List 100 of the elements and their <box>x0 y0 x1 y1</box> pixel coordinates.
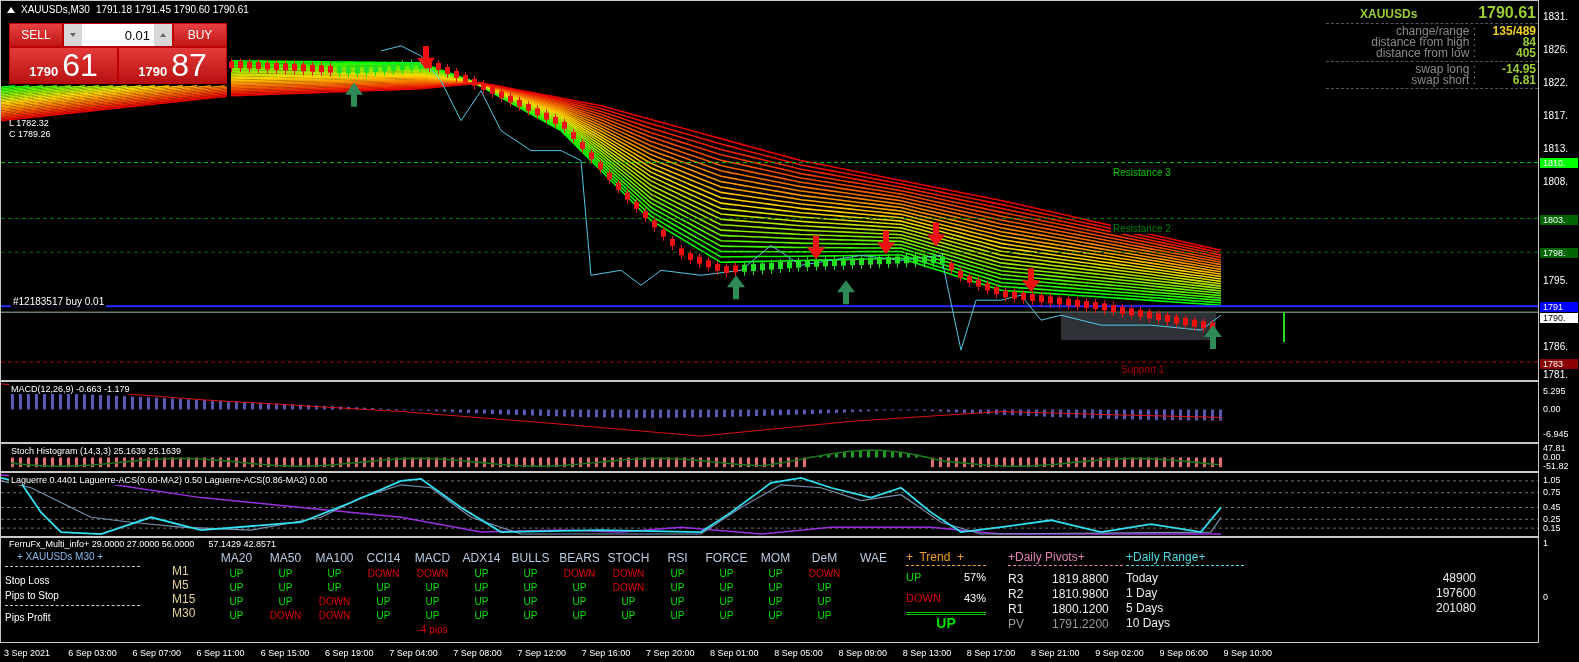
column-header: BULLS <box>511 551 550 565</box>
signal-cell: UP <box>474 567 489 579</box>
indicator-axis-label: 1.05 <box>1543 475 1561 485</box>
signal-cell: UP <box>327 567 342 579</box>
time-axis-label: 8 Sep 21:00 <box>1031 647 1081 658</box>
signal-cell: UP <box>572 581 587 593</box>
signal-cell: UP <box>229 567 244 579</box>
price-axis-label: 1808. <box>1543 177 1569 187</box>
timeframe-label: M1 <box>172 564 189 578</box>
pips-profit-value: -4 pips <box>417 623 448 635</box>
signal-cell: UP <box>376 581 391 593</box>
info-label: distance from low : <box>1374 48 1476 59</box>
signal-cell: UP <box>768 595 783 607</box>
column-header: CCI14 <box>366 551 401 565</box>
timeframe-label: M5 <box>172 578 189 592</box>
signal-cell: UP <box>719 609 734 621</box>
time-axis-label: 7 Sep 20:00 <box>645 647 696 658</box>
range-value: 201080 <box>1435 601 1476 616</box>
time-axis-label: 7 Sep 16:00 <box>581 647 632 658</box>
signal-cell: DOWN <box>563 567 596 579</box>
price-tag: 1790. <box>1540 313 1578 323</box>
level-label: Support 1 <box>1119 364 1167 375</box>
level-label: #12183517 buy 0.01 <box>11 296 107 307</box>
signal-cell: UP <box>572 609 587 621</box>
indicator-axis-label: 5.295 <box>1543 386 1566 396</box>
column-header: WAE <box>860 551 887 565</box>
time-axis-label: 8 Sep 05:00 <box>774 647 824 658</box>
signal-cell: UP <box>229 581 244 593</box>
column-header: STOCH <box>607 551 650 565</box>
time-axis-label: 6 Sep 15:00 <box>260 647 311 658</box>
range-value: 48900 <box>1442 571 1476 586</box>
column-header: FORCE <box>705 551 748 565</box>
signal-cell: DOWN <box>367 567 400 579</box>
price-axis-label: 1817. <box>1543 111 1569 121</box>
price-axis-label: 1786. <box>1543 342 1569 352</box>
info-label: distance from high : <box>1370 37 1476 48</box>
signal-cell: UP <box>474 609 489 621</box>
timeframe-label: M15 <box>172 592 196 606</box>
trend-label: UP <box>906 570 922 585</box>
range-label: 10 Days <box>1126 616 1171 631</box>
range-value: 197600 <box>1435 586 1476 601</box>
info-value: 6.81 <box>1512 75 1536 86</box>
level-label: Resistance 3 <box>1111 167 1173 178</box>
signal-cell: UP <box>229 609 244 621</box>
signal-cell: UP <box>572 595 587 607</box>
time-axis-label: 8 Sep 01:00 <box>710 647 760 658</box>
time-axis-label: 6 Sep 11:00 <box>196 647 246 658</box>
signal-cell: UP <box>719 595 734 607</box>
price-axis-label: 1813. <box>1543 144 1569 154</box>
yesterday-level-text: L 1782.32 <box>9 118 50 129</box>
signal-cell: UP <box>327 581 342 593</box>
trend-label: DOWN <box>906 591 941 606</box>
signal-cell: UP <box>621 609 636 621</box>
yesterday-level-text: C 1789.26 <box>9 129 51 140</box>
signal-cell: UP <box>719 567 734 579</box>
signal-cell: UP <box>768 609 783 621</box>
price-tag: 1791 <box>1540 302 1578 312</box>
signal-cell: UP <box>768 581 783 593</box>
price-axis-label: 1826. <box>1543 45 1569 55</box>
indicator-axis-label: 47.81 <box>1543 443 1566 453</box>
signal-cell: DOWN <box>318 595 351 607</box>
signal-cell: UP <box>229 595 244 607</box>
sell-price-button[interactable]: 1790 61 <box>10 48 117 83</box>
signal-cell: UP <box>278 567 293 579</box>
trend-percent: 43% <box>963 591 986 606</box>
time-axis-label: 7 Sep 08:00 <box>453 647 503 658</box>
buy-price-button[interactable]: 1790 87 <box>119 48 226 83</box>
indicator-axis-label: -51.82 <box>1543 461 1569 471</box>
timeframe-label: M30 <box>172 606 196 620</box>
range-label: Today <box>1126 571 1159 586</box>
signal-cell: UP <box>523 609 538 621</box>
signal-cell: UP <box>278 595 293 607</box>
signal-cell: DOWN <box>416 567 449 579</box>
indicator-axis-label: -6.945 <box>1543 429 1569 439</box>
price-tag: 1798. <box>1540 248 1578 258</box>
indicator-title: Laguerre 0.4401 Laguerre-ACS(0.60-MA2) 0.50 Laguerre-ACS(0.86-MA2) 0.00 <box>9 475 330 485</box>
signal-cell: UP <box>376 595 391 607</box>
range-label: 1 Day <box>1126 586 1158 601</box>
sell-button[interactable]: SELL <box>10 24 62 46</box>
signal-cell: UP <box>670 567 685 579</box>
time-axis-label: 8 Sep 17:00 <box>966 647 1017 658</box>
chart-ohlc: 1791.18 1791.45 1790.60 1790.61 <box>95 4 249 15</box>
signal-cell: DOWN <box>269 609 302 621</box>
indicator-axis-label: 0 <box>1543 592 1548 602</box>
price-axis-label: 1781. <box>1543 370 1569 380</box>
signal-cell: UP <box>670 595 685 607</box>
time-axis-label: 8 Sep 09:00 <box>838 647 888 658</box>
column-header: DeM <box>811 551 838 565</box>
lot-field[interactable]: 0.01 <box>82 24 154 46</box>
signal-cell: UP <box>474 581 489 593</box>
range-title: +Daily Range+ <box>1126 550 1244 566</box>
info-label: swap long : <box>1414 64 1476 75</box>
signal-cell: UP <box>670 581 685 593</box>
buy-button[interactable]: BUY <box>174 24 226 46</box>
signal-cell: UP <box>670 609 685 621</box>
indicator-axis-label: 1 <box>1543 538 1548 548</box>
signal-cell: UP <box>817 581 832 593</box>
price-tag: 1810. <box>1540 158 1578 168</box>
info-value: 135/489 <box>1492 26 1536 37</box>
signal-cell: UP <box>278 581 293 593</box>
